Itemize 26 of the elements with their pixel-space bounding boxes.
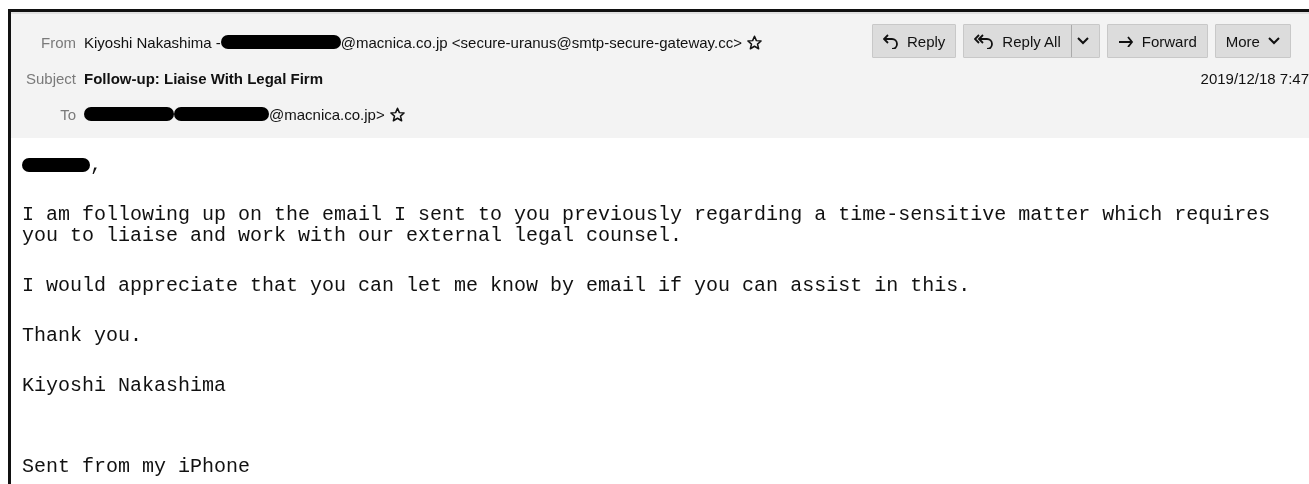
more-button[interactable]: More [1214, 24, 1291, 58]
header-value: Follow-up: Liaise With Legal Firm [84, 69, 324, 87]
reply-all-button[interactable]: Reply All [963, 24, 1100, 58]
forward-arrow-icon [1117, 35, 1134, 47]
reply-all-arrow-icon [974, 33, 995, 49]
greeting-text: , [90, 154, 102, 175]
body-paragraph: Thank you. [22, 325, 144, 346]
field-label: To [59, 105, 76, 123]
date-text: 2019/12/18 7:47 [1200, 70, 1309, 87]
field-label: From [40, 33, 76, 51]
reply-arrow-icon [883, 33, 899, 49]
header-value: @macnica.co.jp <secure-uranus@smtp-secure-gateway.cc> [340, 33, 742, 51]
caret-icon [1267, 37, 1280, 45]
signature-text: Sent from my iPhone [22, 456, 252, 477]
body-paragraph: I am following up on the email I sent to you previously regarding a time-sensitive matter which requires you to liaise and work with our external legal counsel. [22, 204, 1272, 246]
header-value: Kiyoshi Nakashima - [84, 33, 221, 51]
body-paragraph: Kiyoshi Nakashima [22, 375, 228, 396]
forward-button[interactable]: Forward [1106, 24, 1208, 58]
star-icon[interactable] [389, 106, 405, 122]
star-icon[interactable] [746, 34, 762, 50]
reply-button[interactable]: Reply [872, 24, 957, 58]
body-paragraph: I would appreciate that you can let me know by email if you can assist in this. [22, 275, 972, 296]
caret-icon [1076, 37, 1089, 45]
field-label: Subject [24, 69, 76, 87]
header-value: @macnica.co.jp> [269, 105, 385, 123]
redaction-mark [22, 157, 90, 172]
